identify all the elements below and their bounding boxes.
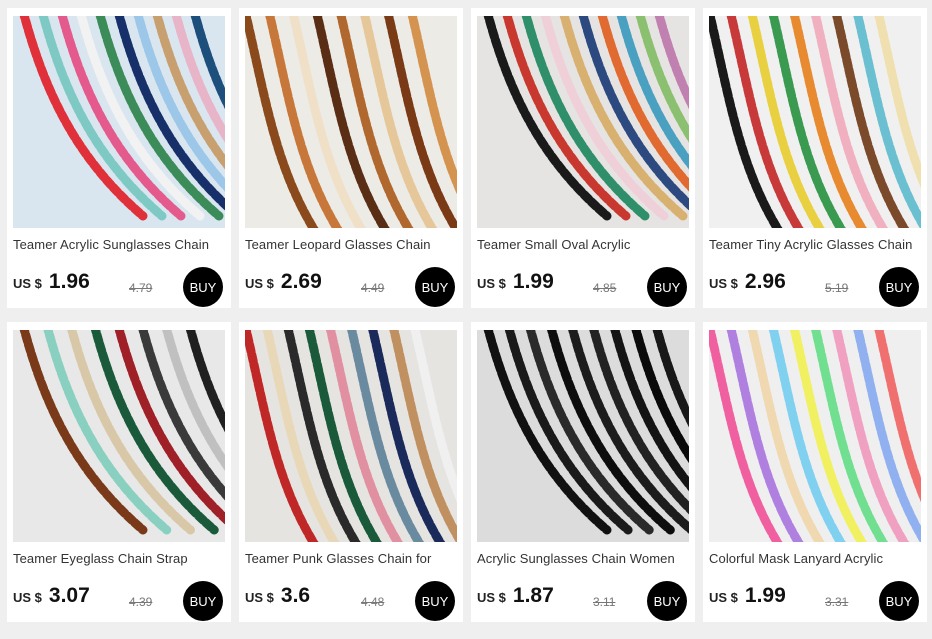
currency-label: US $ bbox=[709, 276, 738, 291]
product-title[interactable]: Teamer Eyeglass Chain Strap bbox=[13, 551, 227, 566]
product-card[interactable]: Teamer Acrylic Sunglasses Chain US $ 1.96 4… bbox=[7, 8, 231, 308]
buy-button[interactable]: BUY bbox=[647, 267, 687, 307]
sale-price: 2.69 bbox=[280, 270, 322, 293]
price-row: US $ 1.99 bbox=[477, 270, 554, 294]
original-price: 4.48 bbox=[361, 595, 385, 609]
product-image[interactable] bbox=[13, 16, 225, 228]
buy-button[interactable]: BUY bbox=[415, 581, 455, 621]
original-price: 4.39 bbox=[129, 595, 153, 609]
product-card[interactable]: Acrylic Sunglasses Chain Women US $ 1.87 3.… bbox=[471, 322, 695, 622]
buy-button[interactable]: BUY bbox=[647, 581, 687, 621]
product-card[interactable]: Teamer Punk Glasses Chain for US $ 3.6 4.48… bbox=[239, 322, 463, 622]
original-price: 4.85 bbox=[593, 281, 617, 295]
product-grid: Teamer Acrylic Sunglasses Chain US $ 1.96 4… bbox=[0, 0, 932, 639]
product-card[interactable]: Colorful Mask Lanyard Acrylic US $ 1.99 3.3… bbox=[703, 322, 927, 622]
product-title[interactable]: Teamer Small Oval Acrylic bbox=[477, 237, 691, 252]
buy-button[interactable]: BUY bbox=[183, 267, 223, 307]
price-row: US $ 3.6 bbox=[245, 584, 310, 608]
original-price: 3.11 bbox=[593, 595, 616, 609]
price-row: US $ 2.96 bbox=[709, 270, 786, 294]
product-card[interactable]: Teamer Tiny Acrylic Glasses Chain US $ 2.9… bbox=[703, 8, 927, 308]
currency-label: US $ bbox=[477, 276, 506, 291]
buy-button[interactable]: BUY bbox=[879, 581, 919, 621]
product-title[interactable]: Teamer Leopard Glasses Chain bbox=[245, 237, 459, 252]
product-card[interactable]: Teamer Leopard Glasses Chain US $ 2.69 4.49… bbox=[239, 8, 463, 308]
product-title[interactable]: Teamer Punk Glasses Chain for bbox=[245, 551, 459, 566]
original-price: 4.79 bbox=[129, 281, 153, 295]
product-image[interactable] bbox=[13, 330, 225, 542]
sale-price: 1.99 bbox=[744, 584, 786, 607]
price-row: US $ 1.87 bbox=[477, 584, 554, 608]
product-title[interactable]: Acrylic Sunglasses Chain Women bbox=[477, 551, 691, 566]
sale-price: 1.99 bbox=[512, 270, 554, 293]
sale-price: 1.87 bbox=[512, 584, 554, 607]
product-image[interactable] bbox=[709, 330, 921, 542]
original-price: 4.49 bbox=[361, 281, 385, 295]
product-card[interactable]: Teamer Small Oval Acrylic US $ 1.99 4.85 BUY bbox=[471, 8, 695, 308]
buy-button[interactable]: BUY bbox=[879, 267, 919, 307]
sale-price: 1.96 bbox=[48, 270, 90, 293]
currency-label: US $ bbox=[245, 276, 274, 291]
product-title[interactable]: Teamer Acrylic Sunglasses Chain bbox=[13, 237, 227, 252]
price-row: US $ 3.07 bbox=[13, 584, 90, 608]
original-price: 3.31 bbox=[825, 595, 849, 609]
product-title[interactable]: Teamer Tiny Acrylic Glasses Chain bbox=[709, 237, 923, 252]
price-row: US $ 2.69 bbox=[245, 270, 322, 294]
buy-button[interactable]: BUY bbox=[415, 267, 455, 307]
currency-label: US $ bbox=[245, 590, 274, 605]
buy-button[interactable]: BUY bbox=[183, 581, 223, 621]
sale-price: 3.6 bbox=[280, 584, 311, 607]
product-card[interactable]: Teamer Eyeglass Chain Strap US $ 3.07 4.39 B… bbox=[7, 322, 231, 622]
price-row: US $ 1.99 bbox=[709, 584, 786, 608]
currency-label: US $ bbox=[477, 590, 506, 605]
product-image[interactable] bbox=[245, 330, 457, 542]
product-title[interactable]: Colorful Mask Lanyard Acrylic bbox=[709, 551, 923, 566]
currency-label: US $ bbox=[13, 590, 42, 605]
price-row: US $ 1.96 bbox=[13, 270, 90, 294]
original-price: 5.19 bbox=[825, 281, 849, 295]
product-image[interactable] bbox=[477, 330, 689, 542]
currency-label: US $ bbox=[709, 590, 738, 605]
currency-label: US $ bbox=[13, 276, 42, 291]
sale-price: 3.07 bbox=[48, 584, 90, 607]
product-image[interactable] bbox=[245, 16, 457, 228]
sale-price: 2.96 bbox=[744, 270, 786, 293]
product-image[interactable] bbox=[477, 16, 689, 228]
product-image[interactable] bbox=[709, 16, 921, 228]
